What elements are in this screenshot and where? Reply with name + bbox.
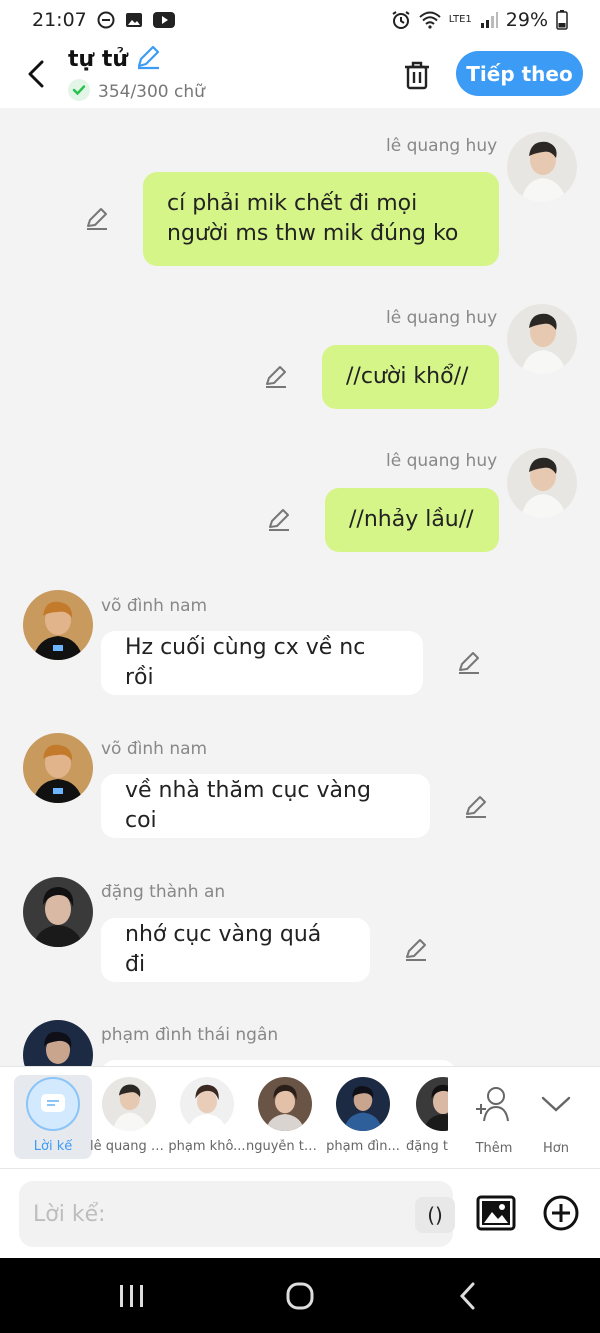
avatar[interactable] <box>507 132 577 202</box>
expand-button[interactable]: Hơn <box>520 1075 592 1159</box>
character-option[interactable]: phạm khô... <box>168 1075 246 1159</box>
sender-name: đặng thành an <box>101 882 226 902</box>
character-selector: Lời kể lê quang h... phạm khô... nguyễn … <box>0 1066 600 1168</box>
youtube-icon <box>152 12 175 28</box>
edit-message-icon[interactable] <box>265 506 293 534</box>
sender-name: phạm đình thái ngân <box>101 1025 279 1045</box>
chat-area: lê quang huy cí phải mik chết đi mọi ngư… <box>0 108 600 1066</box>
check-icon <box>68 79 90 105</box>
avatar[interactable] <box>507 304 577 374</box>
recent-apps-button[interactable] <box>102 1278 162 1314</box>
image-button[interactable] <box>476 1193 518 1235</box>
message-text: về nhà thăm cục vàng coi <box>125 778 371 833</box>
network-type: LTE1 <box>448 14 472 25</box>
message-text: nhớ cục vàng quá đi <box>125 922 322 977</box>
avatar <box>258 1077 312 1131</box>
recent-apps-icon <box>120 1285 143 1307</box>
message-bubble[interactable]: //cười khổ// <box>322 345 499 409</box>
wifi-icon <box>419 11 441 29</box>
message-bubble[interactable]: nhớ cục vàng quá đi <box>101 918 370 982</box>
message-text-line: người ms thw mik đúng ko <box>167 221 459 246</box>
message-text: //nhảy lầu// <box>349 507 474 532</box>
message-text: Hz cuối cùng cx về nc rồi <box>125 635 366 690</box>
status-bar: 21:07 LTE1 29% <box>0 0 600 40</box>
add-button[interactable] <box>541 1193 581 1233</box>
header: tự tử 354/300 chữ Tiếp theo <box>0 40 600 108</box>
avatar[interactable] <box>23 733 93 803</box>
character-option[interactable]: đặng t <box>402 1075 448 1159</box>
story-title: tự tử <box>68 46 129 72</box>
back-nav-button[interactable] <box>438 1278 498 1314</box>
system-nav-bar <box>0 1258 600 1333</box>
avatar[interactable] <box>23 877 93 947</box>
message-bubble[interactable]: Hz cuối cùng cx về nc rồi <box>101 631 423 695</box>
edit-message-icon[interactable] <box>462 793 490 821</box>
back-button[interactable] <box>6 44 66 104</box>
home-icon <box>286 1282 314 1310</box>
gallery-icon <box>125 11 143 29</box>
message-text-line: cí phải mik chết đi mọi <box>167 191 418 216</box>
message-input[interactable] <box>33 1195 393 1233</box>
character-label: lê quang h... <box>90 1139 168 1154</box>
character-label: nguyễn th... <box>246 1139 324 1154</box>
edit-message-icon[interactable] <box>402 936 430 964</box>
battery-percent: 29% <box>505 9 548 31</box>
add-person-icon <box>476 1087 509 1122</box>
avatar <box>416 1077 448 1131</box>
edit-message-icon[interactable] <box>262 363 290 391</box>
message-bubble[interactable]: về nhà thăm cục vàng coi <box>101 774 430 838</box>
character-label: phạm đìn... <box>326 1139 400 1154</box>
edit-message-icon[interactable] <box>455 649 483 677</box>
sender-name: võ đình nam <box>101 596 208 616</box>
character-option[interactable]: phạm đìn... <box>324 1075 402 1159</box>
edit-message-icon[interactable] <box>83 205 111 233</box>
alarm-icon <box>391 10 411 30</box>
battery-icon <box>556 10 568 30</box>
message-bubble[interactable]: cí phải mik chết đi mọi người ms thw mik… <box>143 172 499 266</box>
next-button[interactable]: Tiếp theo <box>456 51 583 96</box>
home-button[interactable] <box>270 1278 330 1314</box>
narration-icon <box>41 1094 65 1112</box>
collapse-label: Hơn <box>543 1141 569 1156</box>
avatar <box>336 1077 390 1131</box>
trash-icon <box>405 61 429 90</box>
dnd-icon <box>97 11 115 29</box>
sender-name: lê quang huy <box>386 308 498 328</box>
signal-icon <box>480 12 498 28</box>
edit-title-icon[interactable] <box>134 43 162 75</box>
avatar[interactable] <box>507 448 577 518</box>
avatar[interactable] <box>23 590 93 660</box>
parentheses-button[interactable]: () <box>415 1197 455 1233</box>
story-title-block: tự tử 354/300 chữ <box>68 43 205 105</box>
avatar <box>180 1077 234 1131</box>
sender-name: lê quang huy <box>386 451 498 471</box>
image-icon <box>476 1195 516 1231</box>
character-label: đặng t <box>406 1139 448 1154</box>
input-bar: () <box>0 1168 600 1258</box>
status-time: 21:07 <box>32 9 87 31</box>
character-option[interactable]: lê quang h... <box>90 1075 168 1159</box>
message-input-box: () <box>19 1181 455 1247</box>
avatar <box>102 1077 156 1131</box>
chevron-down-icon <box>541 1096 571 1112</box>
sender-name: võ đình nam <box>101 739 208 759</box>
sender-name: lê quang huy <box>386 136 498 156</box>
char-count: 354/300 chữ <box>98 82 205 102</box>
message-bubble[interactable]: //nhảy lầu// <box>325 488 499 552</box>
narration-label: Lời kể <box>33 1139 73 1154</box>
delete-button[interactable] <box>396 54 438 96</box>
back-arrow-icon <box>28 60 44 88</box>
character-label: phạm khô... <box>168 1139 246 1154</box>
character-option[interactable]: nguyễn th... <box>246 1075 324 1159</box>
narration-option[interactable]: Lời kể <box>14 1075 92 1159</box>
message-text: //cười khổ// <box>346 364 469 389</box>
back-nav-icon <box>459 1282 475 1310</box>
avatar[interactable] <box>23 1020 93 1066</box>
plus-circle-icon <box>543 1195 579 1231</box>
